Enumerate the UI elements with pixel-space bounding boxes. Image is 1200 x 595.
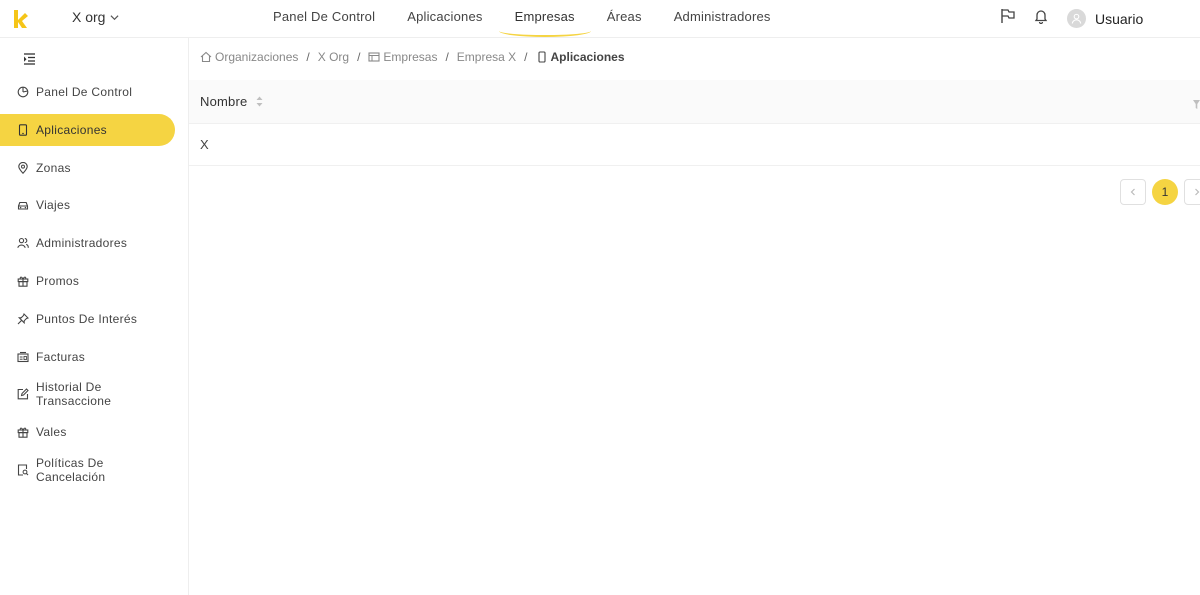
breadcrumb-x-org[interactable]: X Org [318, 50, 349, 64]
breadcrumb-label: X Org [317, 50, 350, 64]
sidebar-item-promos[interactable]: Promos [0, 265, 175, 297]
sort-icon[interactable] [256, 96, 263, 107]
location-pin-icon [17, 161, 29, 174]
sidebar: Panel De Control Aplicaciones Zonas Viaj… [0, 38, 189, 595]
breadcrumb-empresa-x[interactable]: Empresa X [457, 50, 516, 64]
sidebar-item-label: Viajes [36, 198, 71, 213]
mobile-icon [17, 124, 29, 136]
sidebar-item-vales[interactable]: Vales [0, 416, 175, 448]
sidebar-item-aplicaciones[interactable]: Aplicaciones [0, 113, 175, 146]
menu-collapse-icon[interactable] [23, 52, 36, 70]
table-row[interactable]: X [189, 124, 1200, 166]
breadcrumb-empresas[interactable]: Empresas [368, 50, 437, 64]
chevron-right-icon [1195, 188, 1200, 196]
building-icon [368, 52, 380, 62]
nav-item-administradores[interactable]: Administradores [658, 0, 787, 38]
sidebar-menu: Panel De Control Aplicaciones Zonas Viaj… [0, 76, 189, 492]
breadcrumb-label: Organizaciones [215, 50, 299, 64]
sidebar-item-panel-de-control[interactable]: Panel De Control [0, 76, 175, 108]
edit-icon [17, 388, 29, 400]
breadcrumb-organizaciones[interactable]: Organizaciones [200, 50, 298, 64]
sidebar-item-administradores[interactable]: Administradores [0, 227, 175, 259]
app-logo[interactable] [13, 9, 29, 29]
pagination: 1 [1120, 179, 1200, 205]
breadcrumb-separator: / [306, 50, 310, 64]
breadcrumb: Organizaciones / X Org / Empresas / Empr… [200, 50, 625, 64]
sidebar-item-label: Aplicaciones [36, 122, 107, 137]
breadcrumb-label: Empresa X [456, 50, 517, 64]
user-icon [1071, 13, 1082, 24]
home-icon [200, 51, 212, 63]
nav-item-aplicaciones[interactable]: Aplicaciones [391, 0, 498, 38]
sidebar-item-puntos-de-interes[interactable]: Puntos De Interés [0, 303, 175, 335]
user-name: Usuario [1095, 10, 1144, 27]
sidebar-item-label: Puntos De Interés [36, 311, 138, 326]
sidebar-item-viajes[interactable]: Viajes [0, 189, 175, 221]
top-icons [999, 7, 1050, 25]
top-nav: Panel De Control Aplicaciones Empresas Á… [257, 0, 787, 38]
column-header-nombre: Nombre [200, 94, 248, 109]
sidebar-item-label: Administradores [36, 236, 128, 251]
gift-icon [17, 426, 29, 438]
sidebar-item-label: Políticas De Cancelación [36, 455, 106, 484]
top-bar: X org Panel De Control Aplicaciones Empr… [0, 0, 1200, 38]
breadcrumb-separator: / [357, 50, 361, 64]
applications-table: Nombre X [189, 80, 1200, 166]
sidebar-item-zonas[interactable]: Zonas [0, 152, 175, 184]
breadcrumb-label: Aplicaciones [550, 50, 625, 64]
nav-item-panel-de-control[interactable]: Panel De Control [257, 0, 391, 38]
pie-chart-icon [17, 86, 29, 98]
file-search-icon [17, 464, 29, 476]
pushpin-icon [17, 312, 29, 325]
sidebar-item-label: Vales [36, 425, 67, 440]
page-button-current[interactable]: 1 [1152, 179, 1178, 205]
invoice-icon [17, 351, 29, 363]
prev-page-button[interactable] [1120, 179, 1146, 205]
table-header: Nombre [189, 80, 1200, 124]
breadcrumb-aplicaciones: Aplicaciones [536, 50, 625, 64]
mobile-icon [537, 51, 546, 63]
org-selector[interactable]: X org [72, 9, 119, 25]
avatar [1067, 9, 1086, 28]
sidebar-item-facturas[interactable]: Facturas [0, 341, 175, 373]
bell-icon[interactable] [1032, 7, 1050, 25]
sidebar-item-label: Historial De Transaccione [36, 380, 112, 409]
chevron-down-icon [110, 14, 119, 20]
users-icon [17, 237, 29, 249]
next-page-button[interactable] [1184, 179, 1200, 205]
table-cell-nombre: X [200, 137, 209, 152]
main-content: Organizaciones / X Org / Empresas / Empr… [189, 38, 1200, 595]
sidebar-item-label: Zonas [36, 160, 71, 175]
sidebar-item-label: Promos [36, 273, 80, 288]
sidebar-item-label: Panel De Control [36, 85, 133, 99]
sidebar-item-historial-de-transacciones[interactable]: Historial De Transaccione [0, 378, 175, 410]
breadcrumb-separator: / [524, 50, 528, 64]
chevron-left-icon [1130, 188, 1135, 196]
sidebar-item-label: Facturas [36, 349, 86, 364]
breadcrumb-label: Empresas [383, 50, 438, 64]
car-icon [17, 199, 29, 211]
user-menu[interactable]: Usuario [1067, 9, 1143, 28]
gift-icon [17, 275, 29, 287]
flag-icon[interactable] [999, 7, 1017, 25]
sidebar-item-politicas-de-cancelacion[interactable]: Políticas De Cancelación [0, 454, 175, 486]
nav-item-areas[interactable]: Áreas [591, 0, 658, 38]
filter-icon[interactable] [1193, 97, 1200, 115]
nav-item-empresas[interactable]: Empresas [498, 0, 591, 38]
org-name: X org [72, 9, 106, 25]
breadcrumb-separator: / [445, 50, 449, 64]
